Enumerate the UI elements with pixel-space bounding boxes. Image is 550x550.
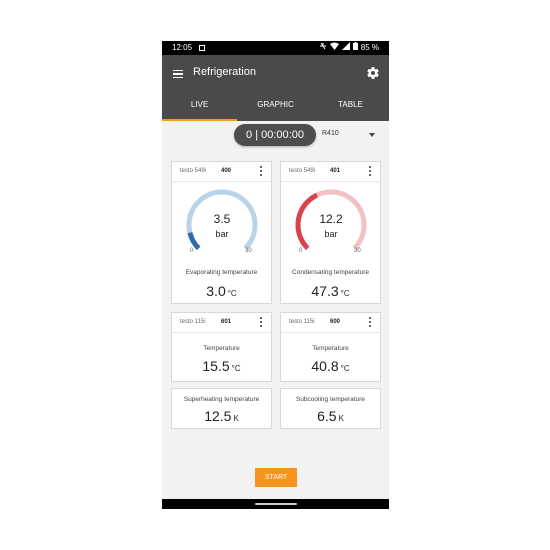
gear-icon[interactable] [366,66,380,80]
value-unit: K [233,414,239,423]
measurement-label: Condensating temperature [292,269,369,276]
measurement-label: Temperature [312,345,349,352]
card-header: testo 115i 600 [281,313,380,333]
temperature-card-601: testo 115i 601 Temperature 15.5 °C [171,312,272,382]
measurement-label: Evaporating temperature [185,269,258,276]
gauge-value: 12.2 [319,212,343,226]
timer-display[interactable]: 0 | 00:00:00 [234,124,316,146]
more-options-icon[interactable] [369,166,371,177]
status-bar: 12:05 85 % [162,41,389,55]
probe-model: testo 549i [180,168,207,174]
battery-percent: 85 % [360,43,379,52]
gauge-value: 3.5 [214,212,231,226]
value-unit: °C [340,364,350,373]
probe-serial: 601 [221,319,232,325]
battery-icon [352,41,358,55]
pressure-gauge: 3.5 bar [186,189,258,251]
phone-screen: 12:05 85 % Refrigeration LIVE GRAPHIC TA… [162,41,389,509]
probe-serial: 600 [330,319,341,325]
probe-model: testo 115i [289,319,315,325]
probe-model: testo 549i [289,168,316,174]
measurement-label: Subcooling temperature [295,396,365,403]
probe-serial: 400 [221,168,232,174]
more-options-icon[interactable] [260,166,262,177]
card-header: testo 549i 400 [172,162,271,182]
measurement-value: 47.3 °C [281,283,380,301]
value-number: 3.0 [206,283,226,299]
home-gesture-handle[interactable] [255,503,297,505]
value-unit: °C [340,289,350,298]
pressure-gauge: 12.2 bar [295,189,367,251]
more-options-icon[interactable] [369,317,371,328]
measurement-value: 12.5 K [172,408,271,426]
measurement-label: Temperature [203,345,240,352]
more-options-icon[interactable] [260,317,262,328]
value-unit: °C [227,289,237,298]
gauge-unit: bar [324,229,337,239]
value-unit: °C [231,364,241,373]
measurement-value: 15.5 °C [172,358,271,376]
value-unit: K [338,414,344,423]
gauge-max: 30 [354,248,361,254]
value-number: 12.5 [204,408,232,424]
tab-bar: LIVE GRAPHIC TABLE [162,93,389,121]
tab-table[interactable]: TABLE [313,93,388,121]
gauge-min: 0 [299,248,303,254]
measurement-value: 6.5 K [281,408,380,426]
system-nav-bar [162,499,389,509]
measurement-toolbar: 0 | 00:00:00 R410 [162,121,389,151]
image-notification-icon [199,45,205,51]
wifi-icon [329,41,339,55]
gauge-unit: bar [215,229,228,239]
status-time: 12:05 [172,43,193,52]
refrigerant-select[interactable]: R410 [322,130,339,137]
app-bar: Refrigeration [162,55,389,93]
chevron-down-icon[interactable] [369,133,375,137]
app-title: Refrigeration [193,66,256,78]
start-button[interactable]: START [255,468,297,487]
value-number: 47.3 [311,283,339,299]
measurement-label: Superheating temperature [183,396,260,403]
pressure-card-evaporating: testo 549i 400 3.5 bar 0 30 Evaporating … [171,161,272,304]
pressure-card-condensing: testo 549i 401 12.2 bar 0 30 Condensatin… [280,161,381,304]
subcooling-card: Subcooling temperature 6.5 K [280,388,381,429]
probe-model: testo 115i [180,319,206,325]
measurement-value: 3.0 °C [172,283,271,301]
gauge-fill [295,192,319,251]
mute-icon [319,41,327,55]
value-number: 15.5 [202,358,230,374]
probe-serial: 401 [330,168,341,174]
tab-live[interactable]: LIVE [162,93,237,121]
superheating-card: Superheating temperature 12.5 K [171,388,272,429]
card-header: testo 549i 401 [281,162,380,182]
temperature-card-600: testo 115i 600 Temperature 40.8 °C [280,312,381,382]
value-number: 6.5 [317,408,337,424]
status-icons: 85 % [319,41,379,55]
measurement-value: 40.8 °C [281,358,380,376]
signal-icon [341,41,350,55]
gauge-max: 30 [245,248,252,254]
gauge-min: 0 [190,248,194,254]
card-header: testo 115i 601 [172,313,271,333]
menu-icon[interactable] [173,70,183,79]
value-number: 40.8 [311,358,339,374]
gauge-fill [187,231,201,251]
tab-graphic[interactable]: GRAPHIC [238,93,313,121]
